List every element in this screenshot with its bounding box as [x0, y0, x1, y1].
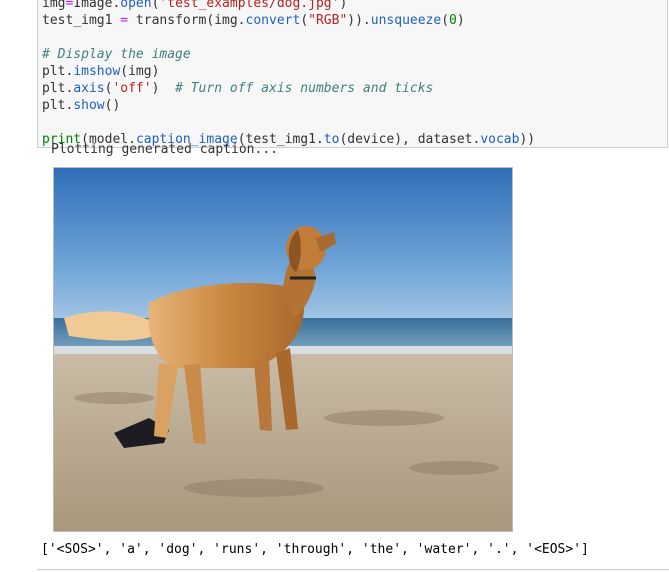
code-token: # Turn off axis numbers and ticks	[175, 81, 434, 96]
output-image-dog	[53, 167, 513, 532]
code-token: plt.	[42, 98, 74, 113]
code-token: vocab	[480, 132, 520, 147]
code-token: Image.	[73, 0, 121, 11]
code-token: (	[441, 13, 450, 28]
cell-output-area: Plotting generated caption... ['<SOS>', …	[37, 142, 669, 570]
code-token: )	[456, 13, 465, 28]
code-token: ))	[519, 132, 536, 147]
code-token: 'off'	[112, 81, 152, 96]
code-token: transform(img.	[128, 13, 246, 28]
code-token: img	[42, 0, 66, 11]
code-editor[interactable]: img=Image.open('test_examples/dog.jpg') t…	[42, 0, 535, 148]
code-token: (img)	[120, 64, 160, 79]
code-token: ()	[104, 98, 121, 113]
code-token: (	[300, 13, 309, 28]
code-line: test_img1 = transform(img.convert("RGB")…	[42, 12, 535, 29]
code-token: 'test_examples/dog.jpg'	[159, 0, 340, 11]
code-token: axis	[73, 81, 105, 96]
output-text-clipped: Plotting generated caption...	[51, 142, 278, 156]
code-token: # Display the image	[42, 47, 191, 62]
code-token: 0	[449, 13, 457, 28]
code-line: img=Image.open('test_examples/dog.jpg')	[42, 0, 535, 12]
code-token: to	[323, 132, 340, 147]
code-token: (device), dataset.	[339, 132, 481, 147]
code-input-cell[interactable]: img=Image.open('test_examples/dog.jpg') t…	[37, 0, 668, 148]
code-token: plt.	[42, 81, 74, 96]
code-token: "RGB"	[308, 13, 348, 28]
code-line: plt.show()	[42, 97, 535, 114]
code-token: open	[120, 0, 152, 11]
code-token: plt.	[42, 64, 74, 79]
code-line: plt.imshow(img)	[42, 63, 535, 80]
code-token: )	[151, 81, 176, 96]
caption-output-text: ['<SOS>', 'a', 'dog', 'runs', 'through',…	[41, 542, 589, 557]
cell-divider	[37, 569, 669, 570]
dog-photo-illustration	[54, 168, 512, 531]
code-token: )	[339, 0, 348, 11]
code-token: )).	[347, 13, 371, 28]
code-token: convert	[245, 13, 301, 28]
code-token: show	[73, 98, 105, 113]
code-line: # Display the image	[42, 46, 535, 63]
code-token: unsqueeze	[370, 13, 442, 28]
code-line: plt.axis('off') # Turn off axis numbers …	[42, 80, 535, 97]
code-token: test_img1	[42, 13, 121, 28]
code-token: imshow	[73, 64, 121, 79]
code-token: =	[120, 13, 129, 28]
